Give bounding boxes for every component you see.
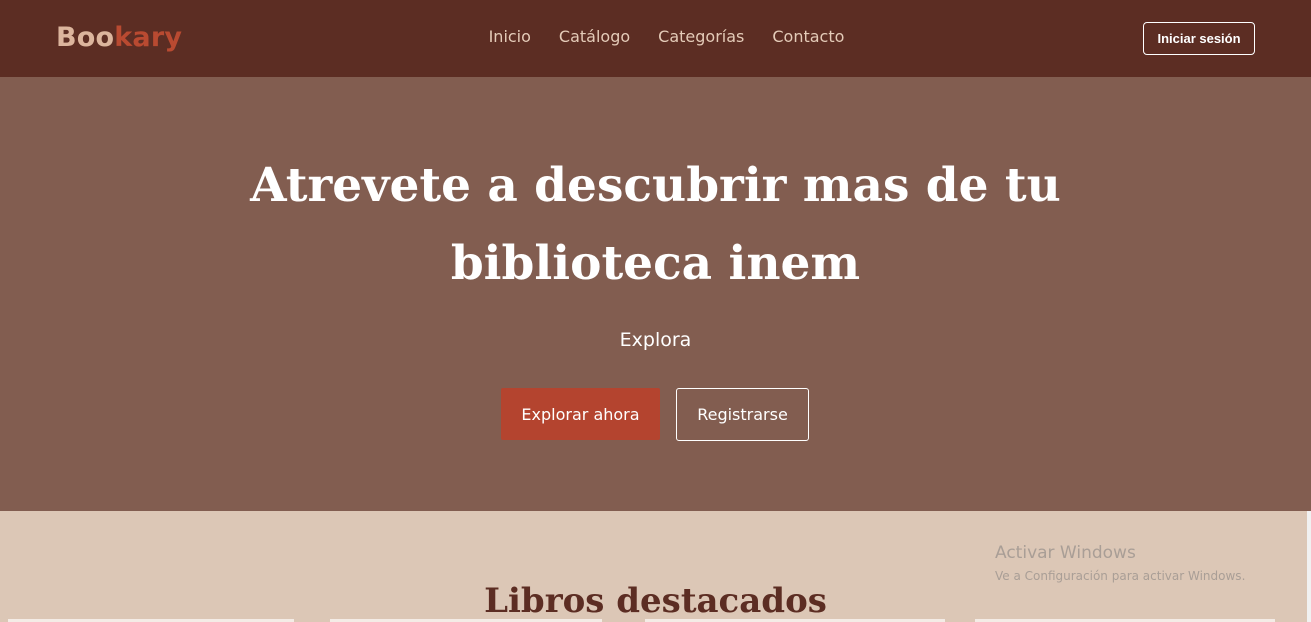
login-button[interactable]: Iniciar sesión bbox=[1143, 22, 1255, 55]
watermark-subtitle: Ve a Configuración para activar Windows. bbox=[995, 569, 1246, 583]
nav-link-catalogo[interactable]: Catálogo bbox=[559, 26, 630, 48]
register-button[interactable]: Registrarse bbox=[676, 388, 809, 441]
hero-subtitle: Explora bbox=[619, 329, 692, 351]
windows-activation-watermark: Activar Windows Ve a Configuración para … bbox=[995, 542, 1245, 586]
nav-link-contacto[interactable]: Contacto bbox=[772, 26, 844, 48]
main-nav: Inicio Catálogo Categorías Contacto bbox=[0, 26, 1311, 48]
top-navbar: Bookary Inicio Catálogo Categorías Conta… bbox=[0, 0, 1311, 77]
hero-title: Atrevete a descubrir mas de tu bibliotec… bbox=[0, 147, 1311, 303]
hero-section: Atrevete a descubrir mas de tu bibliotec… bbox=[0, 77, 1311, 511]
nav-link-inicio[interactable]: Inicio bbox=[489, 26, 531, 48]
scrollbar-track[interactable] bbox=[1307, 511, 1311, 622]
nav-link-categorias[interactable]: Categorías bbox=[658, 26, 744, 48]
hero-title-line-2: biblioteca inem bbox=[450, 236, 861, 291]
hero-title-line-1: Atrevete a descubrir mas de tu bbox=[250, 158, 1061, 213]
watermark-title: Activar Windows bbox=[995, 543, 1136, 563]
explore-now-button[interactable]: Explorar ahora bbox=[501, 388, 660, 440]
